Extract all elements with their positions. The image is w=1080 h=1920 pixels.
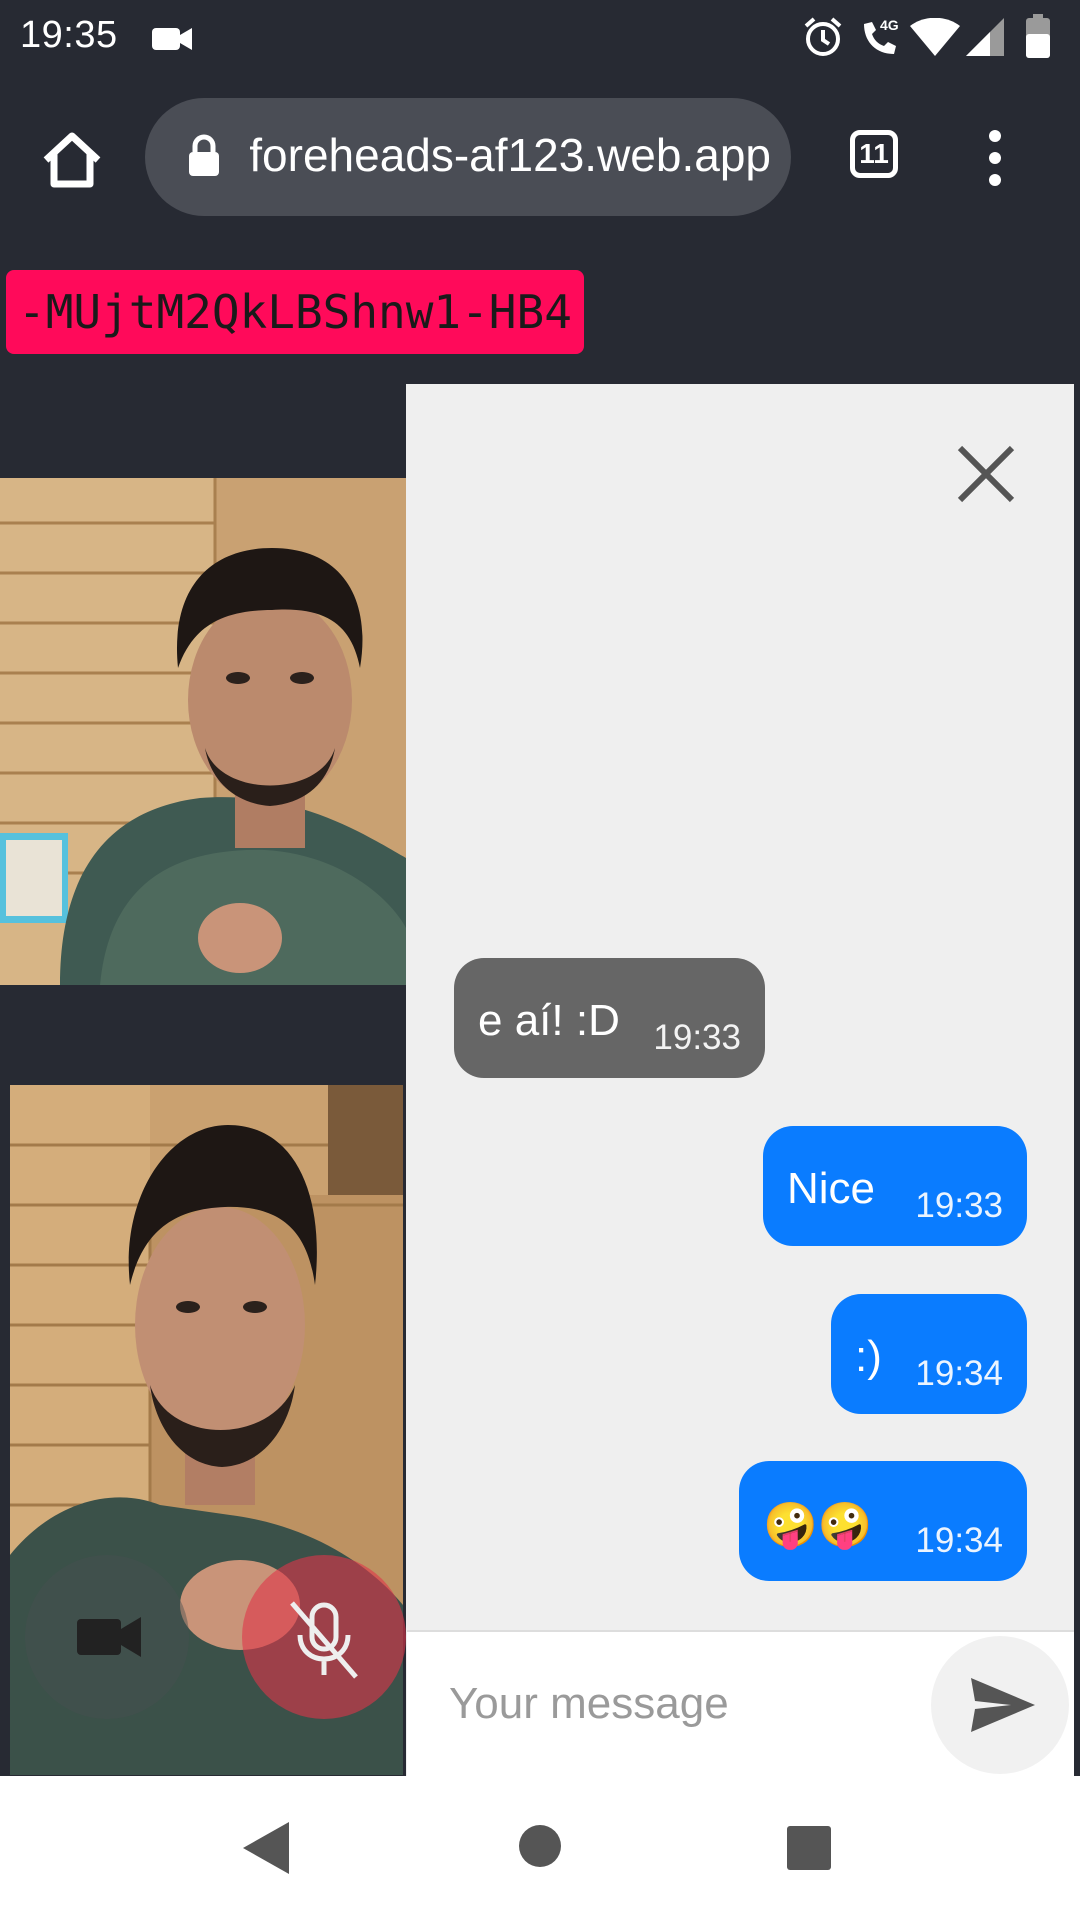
alarm-icon — [802, 16, 844, 63]
lock-icon — [187, 134, 221, 183]
signal-icon — [966, 18, 1004, 63]
message-input[interactable] — [447, 1668, 931, 1740]
tab-switcher-button[interactable]: 11 — [850, 130, 898, 178]
message-composer — [407, 1630, 1074, 1778]
chat-message: e aí! :D 19:33 — [454, 958, 765, 1078]
back-icon[interactable] — [243, 1822, 289, 1879]
chat-message: :) 19:34 — [831, 1294, 1027, 1414]
message-time: 19:33 — [915, 1186, 1003, 1225]
send-icon — [971, 1678, 1035, 1732]
status-time: 19:35 — [20, 14, 118, 56]
more-options-icon[interactable] — [980, 128, 1010, 188]
message-time: 19:34 — [915, 1521, 1003, 1560]
room-id-badge: -MUjtM2QkLBShnw1-HB4 — [6, 270, 584, 354]
message-time: 19:34 — [915, 1354, 1003, 1393]
send-button[interactable] — [931, 1636, 1069, 1774]
remote-video — [0, 478, 406, 985]
chat-message: 🤪🤪 19:34 — [739, 1461, 1027, 1581]
message-text: Nice — [787, 1164, 876, 1213]
svg-text:4G: 4G — [880, 17, 899, 33]
url-text[interactable]: foreheads-af123.web.app — [250, 128, 771, 182]
video-camera-icon — [152, 26, 194, 57]
chat-panel: e aí! :D 19:33 Nice 19:33 :) 19:34 🤪🤪 19… — [406, 384, 1074, 1776]
status-bar: 19:35 4G — [0, 0, 1080, 76]
message-text: e aí! :D — [478, 996, 620, 1045]
toggle-camera-button[interactable] — [25, 1555, 189, 1719]
message-text: 🤪🤪 — [763, 1501, 873, 1550]
browser-toolbar: foreheads-af123.web.app 11 — [0, 76, 1080, 236]
toggle-mic-button[interactable] — [242, 1555, 406, 1719]
chat-message: Nice 19:33 — [763, 1126, 1027, 1246]
home-nav-icon[interactable] — [518, 1824, 562, 1873]
close-icon[interactable] — [954, 442, 1018, 506]
system-navigation-bar — [0, 1776, 1080, 1920]
video-camera-icon — [77, 1617, 141, 1657]
message-text: :) — [855, 1332, 882, 1381]
mic-off-icon — [290, 1601, 358, 1679]
url-bar[interactable]: foreheads-af123.web.app — [145, 98, 791, 216]
wifi-icon — [910, 17, 960, 63]
message-time: 19:33 — [653, 1018, 741, 1057]
recents-icon[interactable] — [787, 1826, 831, 1875]
phone-4g-icon: 4G — [858, 16, 902, 65]
battery-icon — [1026, 14, 1050, 63]
home-icon[interactable] — [40, 128, 104, 192]
